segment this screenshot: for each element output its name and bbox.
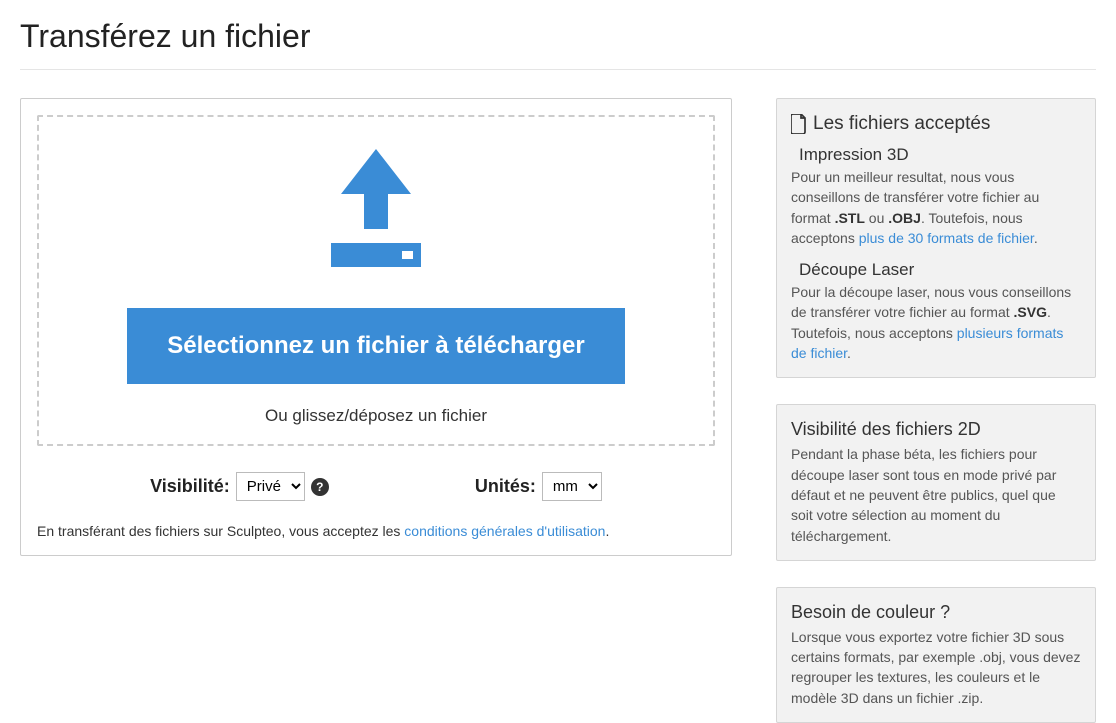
units-label: Unités: (475, 476, 536, 497)
accepted-laser-section: Découpe Laser Pour la découpe laser, nou… (791, 260, 1081, 363)
tos-prefix: En transférant des fichiers sur Sculpteo… (37, 523, 404, 539)
help-icon[interactable]: ? (311, 478, 329, 496)
tos-text: En transférant des fichiers sur Sculpteo… (37, 523, 715, 539)
accepted-3d-section: Impression 3D Pour un meilleur resultat,… (791, 145, 1081, 248)
select-file-button[interactable]: Sélectionnez un fichier à télécharger (127, 308, 624, 384)
visibility-group: Visibilité: Privé ? (150, 472, 329, 501)
dropzone-hint: Ou glissez/déposez un fichier (59, 406, 693, 426)
units-group: Unités: mm (475, 472, 602, 501)
file-icon (791, 113, 807, 135)
upload-panel: Sélectionnez un fichier à télécharger Ou… (20, 98, 732, 556)
accepted-files-title: Les fichiers acceptés (791, 113, 1081, 135)
tos-link[interactable]: conditions générales d'utilisation (404, 523, 605, 539)
visibility-2d-text: Pendant la phase béta, les fichiers pour… (791, 444, 1081, 545)
accepted-3d-subtitle: Impression 3D (799, 145, 1081, 165)
accepted-laser-subtitle: Découpe Laser (799, 260, 1081, 280)
visibility-2d-card: Visibilité des fichiers 2D Pendant la ph… (776, 404, 1096, 560)
units-select[interactable]: mm (542, 472, 602, 501)
accepted-laser-text: Pour la découpe laser, nous vous conseil… (791, 282, 1081, 363)
accepted-3d-text: Pour un meilleur resultat, nous vous con… (791, 167, 1081, 248)
sidebar: Les fichiers acceptés Impression 3D Pour… (776, 98, 1096, 723)
upload-icon (59, 149, 693, 284)
visibility-label: Visibilité: (150, 476, 230, 497)
visibility-2d-title: Visibilité des fichiers 2D (791, 419, 1081, 440)
accepted-title-text: Les fichiers acceptés (813, 113, 990, 135)
color-title: Besoin de couleur ? (791, 602, 1081, 623)
color-text: Lorsque vous exportez votre fichier 3D s… (791, 627, 1081, 708)
tos-suffix: . (605, 523, 609, 539)
visibility-select[interactable]: Privé (236, 472, 305, 501)
formats-3d-link[interactable]: plus de 30 formats de fichier (859, 230, 1034, 246)
color-card: Besoin de couleur ? Lorsque vous exporte… (776, 587, 1096, 723)
accepted-files-card: Les fichiers acceptés Impression 3D Pour… (776, 98, 1096, 378)
page-title: Transférez un fichier (20, 0, 1096, 70)
options-row: Visibilité: Privé ? Unités: mm (37, 468, 715, 523)
dropzone[interactable]: Sélectionnez un fichier à télécharger Ou… (37, 115, 715, 446)
